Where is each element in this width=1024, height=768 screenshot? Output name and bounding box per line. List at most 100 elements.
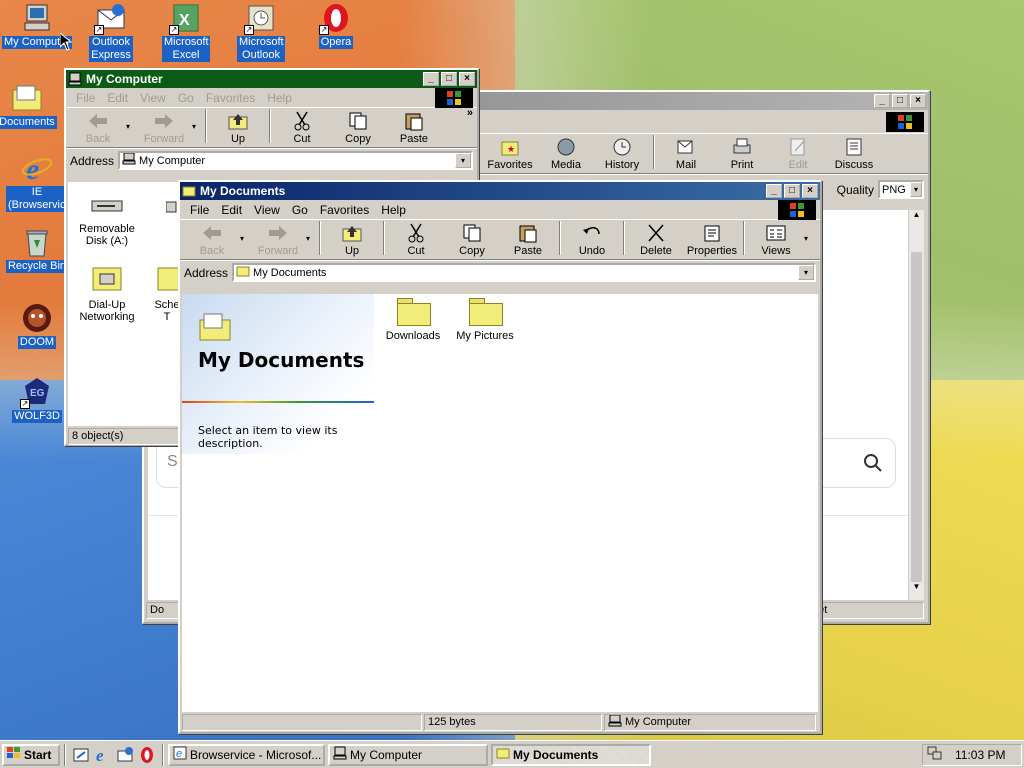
toolbar-more-chevron[interactable]: » (467, 107, 473, 119)
folder-item[interactable]: Downloads (378, 298, 448, 342)
svg-text:e: e (96, 746, 104, 764)
dialup-item[interactable]: Dial-Up Networking (74, 262, 140, 323)
copy-button[interactable]: Copy (330, 111, 386, 145)
desktop-icon-doom[interactable]: DOOM (0, 302, 74, 349)
menu-favorites[interactable]: Favorites (314, 203, 375, 217)
desktop-icon-microsoft-excel[interactable]: X ↗ Microsoft Excel (149, 2, 223, 62)
my-documents-titlebar[interactable]: My Documents _ □ × (180, 182, 820, 200)
menu-go[interactable]: Go (286, 203, 314, 217)
task-my-documents[interactable]: My Documents (491, 743, 651, 766)
forward-button[interactable]: Forward (250, 223, 306, 257)
opera-icon: ↗ (319, 2, 352, 35)
folder-icon (496, 746, 510, 763)
outlook-express-icon[interactable] (116, 746, 134, 764)
minimize-button[interactable]: _ (874, 94, 890, 108)
maximize-button[interactable]: □ (441, 72, 457, 86)
views-button[interactable]: Views (748, 223, 804, 257)
copy-button[interactable]: Copy (444, 223, 500, 257)
scissors-icon (291, 111, 313, 131)
desktop-icon-documents[interactable]: Documents (0, 82, 64, 129)
minimize-button[interactable]: _ (766, 184, 782, 198)
chevron-down-icon[interactable]: ▾ (910, 182, 922, 197)
discuss-button[interactable]: Discuss (826, 137, 882, 171)
desktop-icon-wolf3d[interactable]: EG ↗ WOLF3D (0, 376, 74, 423)
opera-icon[interactable] (138, 746, 156, 764)
menu-help[interactable]: Help (375, 203, 412, 217)
properties-button[interactable]: Properties (684, 223, 740, 257)
toolbar-separator (269, 109, 271, 143)
desktop-icon-recycle-bin[interactable]: Recycle Bin (0, 226, 74, 273)
close-button[interactable]: × (910, 94, 926, 108)
chevron-down-icon[interactable]: ▾ (306, 234, 316, 243)
address-field[interactable]: My Documents ▾ (232, 263, 816, 282)
minimize-button[interactable]: _ (423, 72, 439, 86)
folder-label: Downloads (385, 330, 441, 342)
forward-button[interactable]: Forward (136, 111, 192, 145)
desktop-icon-label: Outlook Express (89, 36, 133, 62)
menu-go[interactable]: Go (172, 91, 200, 105)
start-button[interactable]: Start (2, 743, 60, 766)
folder-item[interactable]: My Pictures (450, 298, 520, 342)
history-button[interactable]: History (594, 137, 650, 171)
delete-button[interactable]: Delete (628, 223, 684, 257)
copy-label: Copy (459, 245, 485, 257)
up-button[interactable]: Up (210, 111, 266, 145)
chevron-down-icon[interactable]: ▾ (455, 153, 471, 168)
desktop-icon-outlook-express[interactable]: ↗ Outlook Express (74, 2, 148, 62)
paste-button[interactable]: Paste (500, 223, 556, 257)
chevron-down-icon[interactable]: ▾ (798, 265, 814, 280)
scrollbar-thumb[interactable] (911, 252, 922, 582)
menu-file[interactable]: File (70, 91, 101, 105)
drive-label: Removable Disk (A:) (79, 223, 135, 247)
clock[interactable]: 11:03 PM (955, 748, 1005, 762)
maximize-button[interactable]: □ (892, 94, 908, 108)
browser-scrollbar[interactable]: ▲ ▼ (908, 210, 924, 600)
back-button[interactable]: Back (70, 111, 126, 145)
menu-edit[interactable]: Edit (101, 91, 134, 105)
menu-help[interactable]: Help (261, 91, 298, 105)
chevron-down-icon[interactable]: ▾ (192, 122, 202, 131)
edit-button[interactable]: Edit (770, 137, 826, 171)
search-icon[interactable] (863, 453, 883, 476)
close-button[interactable]: × (459, 72, 475, 86)
chevron-down-icon[interactable]: ▾ (240, 234, 250, 243)
favorites-button[interactable]: ★ Favorites (482, 137, 538, 171)
menu-file[interactable]: File (184, 203, 215, 217)
my-computer-titlebar[interactable]: My Computer _ □ × (66, 70, 477, 88)
desktop-icon-opera[interactable]: ↗ Opera (299, 2, 373, 49)
show-desktop-icon[interactable] (72, 746, 90, 764)
undo-button[interactable]: Undo (564, 223, 620, 257)
edit-icon (787, 137, 809, 157)
media-button[interactable]: Media (538, 137, 594, 171)
mail-button[interactable]: Mail (658, 137, 714, 171)
paste-button[interactable]: Paste (386, 111, 442, 145)
menu-view[interactable]: View (134, 91, 172, 105)
menu-edit[interactable]: Edit (215, 203, 248, 217)
close-button[interactable]: × (802, 184, 818, 198)
maximize-button[interactable]: □ (784, 184, 800, 198)
my-documents-content[interactable]: My Documents Select an item to view its … (182, 294, 818, 712)
chevron-down-icon[interactable]: ▾ (126, 122, 136, 131)
up-button[interactable]: Up (324, 223, 380, 257)
address-field[interactable]: My Computer ▾ (118, 151, 473, 170)
network-icon[interactable] (927, 745, 943, 764)
drive-item[interactable]: Removable Disk (A:) (74, 196, 140, 247)
task-browservice[interactable]: e Browservice - Microsof... (168, 743, 325, 766)
menu-favorites[interactable]: Favorites (200, 91, 261, 105)
mail-icon (675, 137, 697, 157)
menu-view[interactable]: View (248, 203, 286, 217)
task-my-computer[interactable]: My Computer (328, 743, 488, 766)
back-button[interactable]: Back (184, 223, 240, 257)
desktop-icon-microsoft-outlook[interactable]: ↗ Microsoft Outlook (224, 2, 298, 62)
chevron-down-icon[interactable]: ▾ (804, 234, 814, 243)
cut-button[interactable]: Cut (388, 223, 444, 257)
quality-select[interactable]: PNG ▾ (878, 180, 924, 199)
internet-explorer-icon[interactable]: e (94, 746, 112, 765)
drive-item-partial[interactable] (165, 198, 178, 217)
cut-button[interactable]: Cut (274, 111, 330, 145)
desktop-icon-ie-browservice[interactable]: e IE (Browservice) (0, 152, 75, 212)
status-location: My Computer (604, 713, 816, 731)
window-title: My Documents (200, 184, 286, 198)
print-button[interactable]: Print (714, 137, 770, 171)
my-documents-window[interactable]: My Documents _ □ × File Edit View Go Fav… (178, 180, 822, 734)
